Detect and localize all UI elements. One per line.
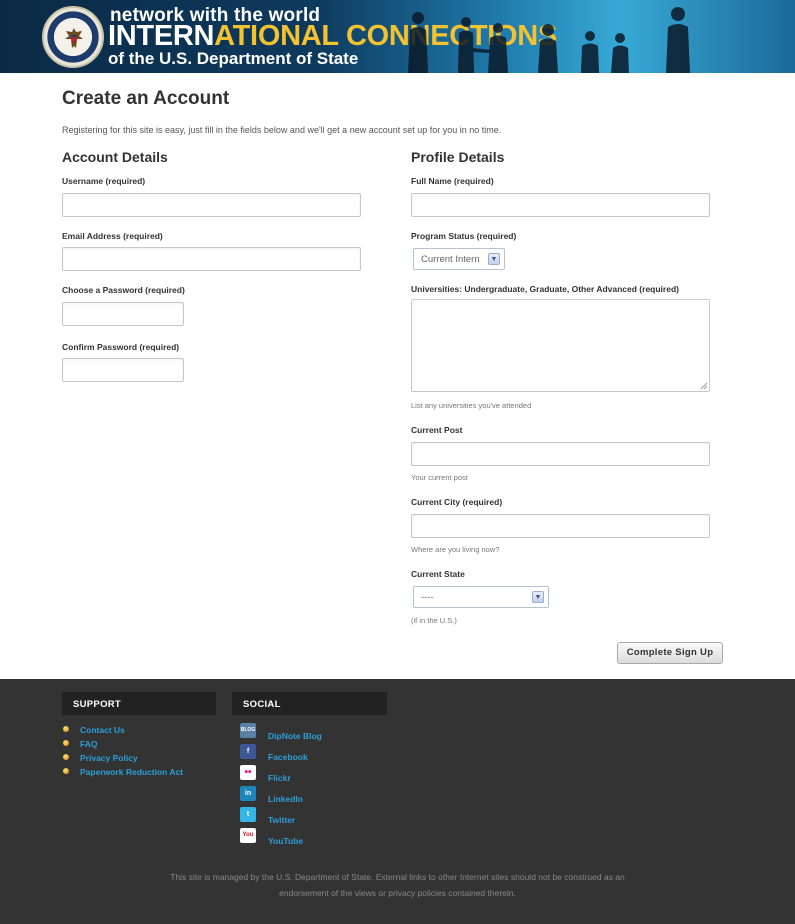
username-label: Username (required) — [62, 176, 146, 186]
twitter-icon: t — [240, 807, 256, 822]
linkedin-icon: in — [240, 786, 256, 801]
resize-grip-icon[interactable] — [700, 382, 708, 390]
universities-hint: List any universities you've attended — [411, 401, 532, 410]
blog-icon: BLOG — [240, 723, 256, 738]
social-link-facebook[interactable]: Facebook — [268, 752, 308, 762]
program-status-label: Program Status (required) — [411, 231, 517, 241]
facebook-icon: f — [240, 744, 256, 759]
social-link-youtube[interactable]: YouTube — [268, 836, 303, 846]
support-heading: SUPPORT — [62, 692, 216, 715]
intro-text: Registering for this site is easy, just … — [62, 125, 502, 135]
complete-sign-up-button[interactable]: Complete Sign Up — [617, 642, 723, 664]
social-link-flickr[interactable]: Flickr — [268, 773, 291, 783]
confirm-password-input[interactable] — [62, 358, 184, 382]
bullet-icon — [63, 740, 69, 746]
social-link-blog[interactable]: DipNote Blog — [268, 731, 322, 741]
current-state-hint: (if in the U.S.) — [411, 616, 457, 625]
current-city-hint: Where are you living now? — [411, 545, 500, 554]
current-state-label: Current State — [411, 569, 465, 579]
social-link-linkedin[interactable]: LinkedIn — [268, 794, 303, 804]
people-silhouettes-graphic — [408, 7, 690, 73]
chevron-down-icon: ▼ — [532, 591, 544, 603]
support-link[interactable]: Privacy Policy — [80, 753, 138, 763]
current-city-label: Current City (required) — [411, 497, 503, 507]
support-link[interactable]: Contact Us — [80, 725, 125, 735]
social-heading: SOCIAL — [232, 692, 387, 715]
flickr-icon: •• — [240, 765, 256, 780]
account-details-heading: Account Details — [62, 149, 168, 165]
footer: SUPPORT SOCIAL Contact Us FAQ Privacy Poli… — [0, 679, 795, 924]
current-post-label: Current Post — [411, 425, 463, 435]
support-link[interactable]: FAQ — [80, 739, 97, 749]
page-title: Create an Account — [62, 88, 230, 109]
current-post-input[interactable] — [411, 442, 710, 466]
bullet-icon — [63, 726, 69, 732]
program-status-select[interactable]: Current Intern ▼ — [413, 248, 505, 270]
footer-disclaimer: This site is managed by the U.S. Departm… — [170, 872, 625, 898]
current-state-value: ---- — [421, 592, 434, 603]
full-name-input[interactable] — [411, 193, 710, 217]
bullet-icon — [63, 768, 69, 774]
full-name-label: Full Name (required) — [411, 176, 494, 186]
universities-textarea[interactable] — [411, 299, 710, 392]
social-link-twitter[interactable]: Twitter — [268, 815, 295, 825]
state-department-seal-icon — [42, 6, 104, 68]
eagle-icon — [65, 28, 83, 48]
current-city-input[interactable] — [411, 514, 710, 538]
current-state-select[interactable]: ---- ▼ — [413, 586, 549, 608]
profile-details-heading: Profile Details — [411, 149, 505, 165]
youtube-icon: You — [240, 828, 256, 843]
universities-label: Universities: Undergraduate, Graduate, O… — [411, 284, 679, 294]
password-input[interactable] — [62, 302, 184, 326]
email-input[interactable] — [62, 247, 361, 271]
banner-subtitle: of the U.S. Department of State — [108, 49, 359, 68]
current-post-hint: Your current post — [411, 473, 468, 482]
password-label: Choose a Password (required) — [62, 285, 185, 295]
bullet-icon — [63, 754, 69, 760]
confirm-password-label: Confirm Password (required) — [62, 342, 180, 352]
header-banner: network with the world INTERNATIONAL CON… — [0, 0, 795, 73]
support-link[interactable]: Paperwork Reduction Act — [80, 767, 183, 777]
program-status-value: Current Intern — [421, 254, 480, 265]
email-label: Email Address (required) — [62, 231, 163, 241]
username-input[interactable] — [62, 193, 361, 217]
chevron-down-icon: ▼ — [488, 253, 500, 265]
